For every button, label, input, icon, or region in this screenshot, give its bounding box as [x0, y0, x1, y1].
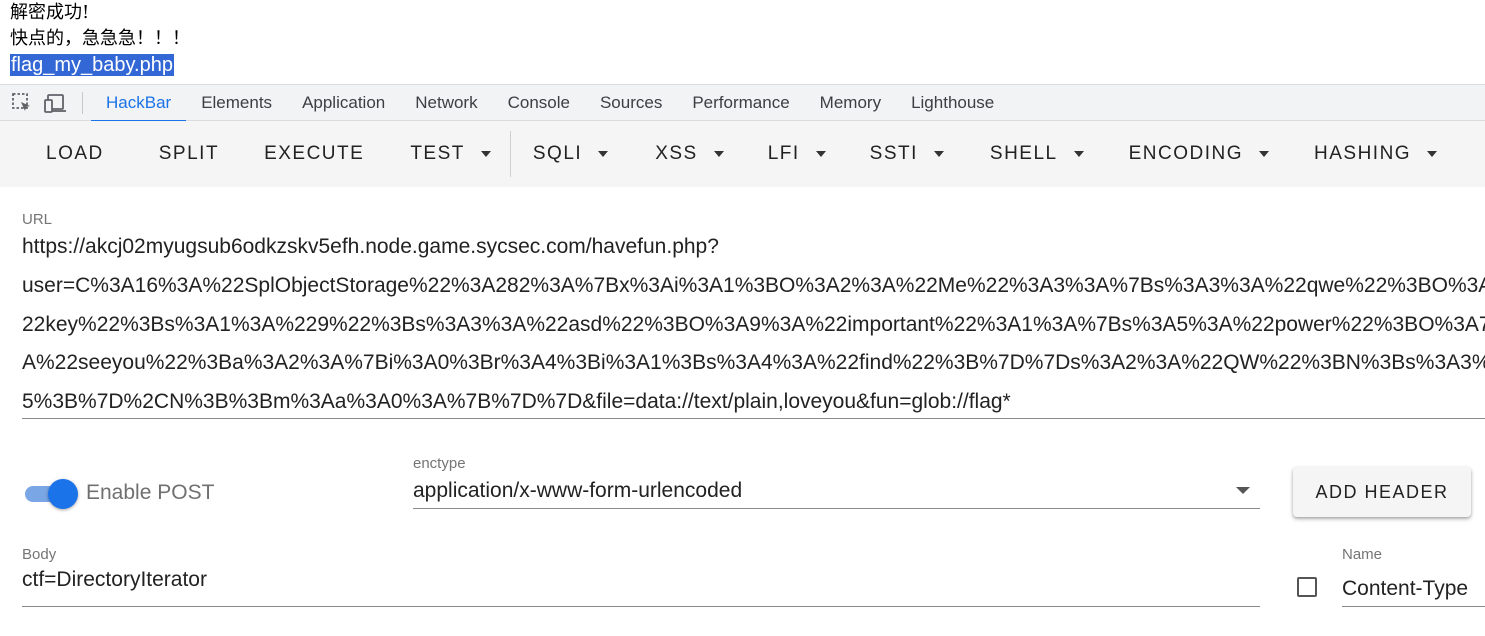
chevron-down-icon	[1427, 151, 1438, 157]
toggle-thumb	[48, 479, 78, 509]
tab-network[interactable]: Network	[400, 85, 492, 121]
output-line-2: 快点的，急急急！！！	[10, 28, 190, 49]
encoding-menu-button[interactable]: ENCODING	[1129, 143, 1270, 165]
tab-hackbar[interactable]: HackBar	[91, 85, 187, 122]
page-output: 解密成功! 快点的，急急急！！！ flag_my_baby.php	[10, 0, 190, 79]
test-menu-button[interactable]: TEST	[410, 143, 491, 165]
url-label: URL	[22, 211, 53, 228]
output-line-1: 解密成功!	[10, 2, 90, 23]
url-textarea[interactable]: https://akcj02myugsub6odkzskv5efh.node.g…	[22, 228, 1485, 419]
ssti-menu-button[interactable]: SSTI	[870, 143, 944, 165]
chevron-down-icon	[480, 151, 491, 157]
execute-button[interactable]: EXECUTE	[264, 143, 364, 165]
chevron-down-icon	[1073, 151, 1084, 157]
chevron-down-icon	[933, 151, 944, 157]
chevron-down-icon	[713, 151, 724, 157]
body-value: ctf=DirectoryIterator	[22, 568, 207, 591]
tab-separator	[82, 91, 83, 114]
url-line: 5%3B%7D%2CN%3B%3Bm%3Aa%3A0%3A%7B%7D%7D&f…	[22, 390, 1011, 414]
url-line: 22key%22%3Bs%3A1%3A%229%22%3Bs%3A3%3A%22…	[22, 312, 1485, 336]
enctype-select[interactable]: application/x-www-form-urlencoded	[413, 476, 1260, 509]
url-line: A%22seeyou%22%3Ba%3A2%3A%7Bi%3A0%3Br%3A4…	[22, 351, 1485, 375]
xss-menu-button[interactable]: XSS	[655, 143, 724, 165]
devtools-tab-bar: HackBar Elements Application Network Con…	[0, 84, 1485, 122]
hackbar-toolbar: LOAD SPLIT EXECUTE TEST SQLI XSS LFI SST…	[0, 121, 1485, 187]
body-label: Body	[22, 546, 57, 563]
chevron-down-icon	[598, 151, 609, 157]
lfi-menu-button[interactable]: LFI	[768, 143, 826, 165]
tab-console[interactable]: Console	[493, 85, 585, 121]
header-name-label: Name	[1342, 546, 1383, 563]
inspect-element-icon[interactable]	[10, 91, 34, 115]
shell-menu-button[interactable]: SHELL	[990, 143, 1084, 165]
body-textarea[interactable]: ctf=DirectoryIterator	[22, 565, 1260, 607]
tab-lighthouse[interactable]: Lighthouse	[896, 85, 1009, 121]
selected-output-text[interactable]: flag_my_baby.php	[10, 54, 174, 76]
device-toolbar-icon[interactable]	[44, 91, 68, 115]
enctype-label: enctype	[413, 455, 466, 472]
header-name-input[interactable]: Content-Type	[1342, 574, 1485, 607]
hashing-menu-button[interactable]: HASHING	[1314, 143, 1438, 165]
split-button[interactable]: SPLIT	[159, 143, 219, 165]
toolbar-divider	[509, 131, 511, 177]
header-name-value: Content-Type	[1342, 577, 1469, 600]
url-line: https://akcj02myugsub6odkzskv5efh.node.g…	[22, 235, 719, 258]
url-line: user=C%3A16%3A%22SplObjectStorage%22%3A2…	[22, 273, 1485, 297]
sqli-menu-button[interactable]: SQLI	[533, 143, 609, 165]
chevron-down-icon	[1259, 151, 1270, 157]
enctype-value: application/x-www-form-urlencoded	[413, 479, 743, 502]
chevron-down-icon	[1236, 487, 1250, 494]
tab-performance[interactable]: Performance	[677, 85, 804, 121]
load-button[interactable]: LOAD	[46, 143, 104, 165]
header-enable-checkbox[interactable]	[1297, 577, 1317, 597]
chevron-down-icon	[815, 151, 826, 157]
add-header-button[interactable]: ADD HEADER	[1293, 467, 1471, 517]
tab-sources[interactable]: Sources	[585, 85, 677, 121]
enable-post-label: Enable POST	[86, 481, 215, 504]
tab-memory[interactable]: Memory	[805, 85, 896, 121]
tab-elements[interactable]: Elements	[186, 85, 287, 121]
enable-post-toggle[interactable]	[25, 478, 78, 509]
tab-application[interactable]: Application	[287, 85, 400, 121]
